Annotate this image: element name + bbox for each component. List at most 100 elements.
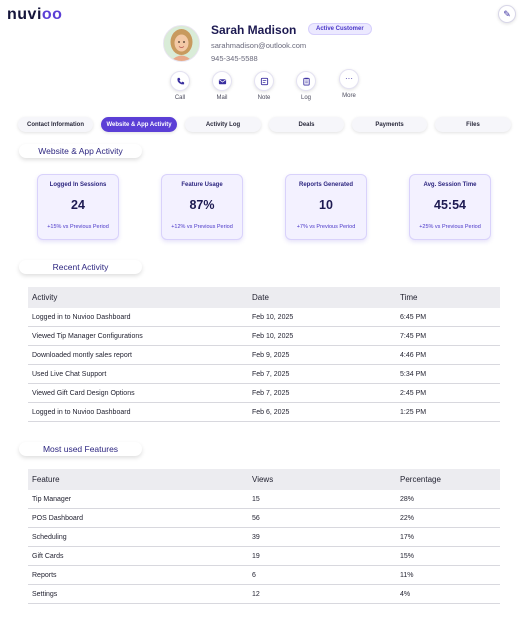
clipboard-icon [302,77,310,86]
date-cell: Feb 10, 2025 [248,326,396,346]
nuvioo-logo: nuvioo [7,6,63,23]
views-cell: 56 [248,508,396,528]
column-header-percentage[interactable]: Percentage [396,469,500,490]
call-button[interactable]: Call [165,71,195,101]
features-table: Feature Views Percentage Tip Manager 15 28… [28,469,500,604]
activity-cell: Viewed Tip Manager Configurations [28,326,248,346]
customer-email[interactable]: sarahmadison@outlook.com [211,41,306,50]
table-row[interactable]: Reports 6 11% [28,565,500,585]
tab-activity-log[interactable]: Activity Log [185,117,261,132]
metric-card-reports-generated: Reports Generated 10 +7% vs Previous Per… [285,174,367,240]
metric-change: +15% vs Previous Period [47,224,109,230]
time-cell: 7:45 PM [396,326,500,346]
column-header-views[interactable]: Views [248,469,396,490]
avatar [163,25,200,62]
tab-deals[interactable]: Deals [269,117,344,132]
column-header-date[interactable]: Date [248,287,396,308]
feature-cell: POS Dashboard [28,508,248,528]
note-button[interactable]: Note [249,71,279,101]
feature-cell: Settings [28,584,248,604]
table-header-row: Feature Views Percentage [28,469,500,490]
avatar-portrait-icon [164,26,199,61]
note-label: Note [257,95,271,101]
metric-change: +25% vs Previous Period [419,224,481,230]
recent-activity-table: Activity Date Time Logged in to Nuvioo D… [28,287,500,422]
table-row[interactable]: POS Dashboard 56 22% [28,508,500,528]
more-icon: ··· [345,74,353,83]
table-row[interactable]: Viewed Tip Manager Configurations Feb 10,… [28,326,500,346]
date-cell: Feb 7, 2025 [248,383,396,403]
edit-button[interactable]: ✎ [498,5,516,23]
table-row[interactable]: Settings 12 4% [28,584,500,604]
percentage-cell: 11% [396,565,500,585]
note-icon [260,77,268,85]
metric-change: +12% vs Previous Period [171,224,233,230]
metric-title: Reports Generated [298,182,353,188]
percentage-cell: 28% [396,490,500,509]
log-label: Log [300,95,311,101]
activity-cell: Logged in to Nuvioo Dashboard [28,402,248,422]
table-row[interactable]: Gift Cards 19 15% [28,546,500,566]
phone-icon [176,77,184,84]
metric-change: +7% vs Previous Period [296,224,356,230]
log-button[interactable]: Log [291,71,321,101]
metric-card-feature-usage: Feature Usage 87% +12% vs Previous Perio… [161,174,243,240]
more-label: More [342,93,356,99]
views-cell: 6 [248,565,396,585]
table-row[interactable]: Downloaded montly sales report Feb 9, 202… [28,345,500,365]
time-cell: 1:25 PM [396,402,500,422]
date-cell: Feb 7, 2025 [248,364,396,384]
more-button[interactable]: ··· More [334,69,364,99]
tab-contact-information[interactable]: Contact Information [18,117,93,132]
percentage-cell: 17% [396,527,500,547]
time-cell: 5:34 PM [396,364,500,384]
tab-payments[interactable]: Payments [352,117,427,132]
mail-label: Mail [216,95,228,101]
date-cell: Feb 10, 2025 [248,308,396,327]
activity-cell: Used Live Chat Support [28,364,248,384]
metric-value: 87% [189,198,215,212]
activity-cell: Downloaded montly sales report [28,345,248,365]
table-row[interactable]: Logged in to Nuvioo Dashboard Feb 10, 202… [28,308,500,327]
date-cell: Feb 9, 2025 [248,345,396,365]
metric-title: Feature Usage [181,182,223,188]
table-row[interactable]: Used Live Chat Support Feb 7, 2025 5:34 PM [28,364,500,384]
metric-card-logged-in-sessions: Logged In Sessions 24 +15% vs Previous P… [37,174,119,240]
tab-files[interactable]: Files [435,117,511,132]
logo-accent: oo [41,6,63,23]
metric-title: Logged In Sessions [49,182,107,188]
section-title-most-used-features: Most used Features [19,442,142,456]
table-row[interactable]: Tip Manager 15 28% [28,490,500,509]
feature-cell: Tip Manager [28,490,248,509]
time-cell: 2:45 PM [396,383,500,403]
section-title-recent-activity: Recent Activity [19,260,142,274]
status-badge: Active Customer [308,23,372,35]
time-cell: 6:45 PM [396,308,500,327]
column-header-time[interactable]: Time [396,287,500,308]
activity-cell: Logged in to Nuvioo Dashboard [28,308,248,327]
mail-button[interactable]: Mail [207,71,237,101]
table-row[interactable]: Viewed Gift Card Design Options Feb 7, 20… [28,383,500,403]
metric-value: 10 [319,198,333,212]
table-header-row: Activity Date Time [28,287,500,308]
pencil-icon: ✎ [503,8,511,19]
feature-cell: Reports [28,565,248,585]
table-row[interactable]: Scheduling 39 17% [28,527,500,547]
customer-name: Sarah Madison [211,23,297,37]
column-header-activity[interactable]: Activity [28,287,248,308]
views-cell: 15 [248,490,396,509]
feature-cell: Scheduling [28,527,248,547]
metric-title: Avg. Session Time [423,182,477,188]
mail-icon [218,78,226,84]
time-cell: 4:46 PM [396,345,500,365]
views-cell: 39 [248,527,396,547]
metric-card-avg-session-time: Avg. Session Time 45:54 +25% vs Previous… [409,174,491,240]
column-header-feature[interactable]: Feature [28,469,248,490]
percentage-cell: 4% [396,584,500,604]
call-label: Call [174,95,186,101]
table-row[interactable]: Logged in to Nuvioo Dashboard Feb 6, 2025… [28,402,500,422]
customer-phone[interactable]: 945-345-5588 [211,54,258,63]
date-cell: Feb 6, 2025 [248,402,396,422]
feature-cell: Gift Cards [28,546,248,566]
tab-website-app-activity[interactable]: Website & App Activity [101,117,177,132]
